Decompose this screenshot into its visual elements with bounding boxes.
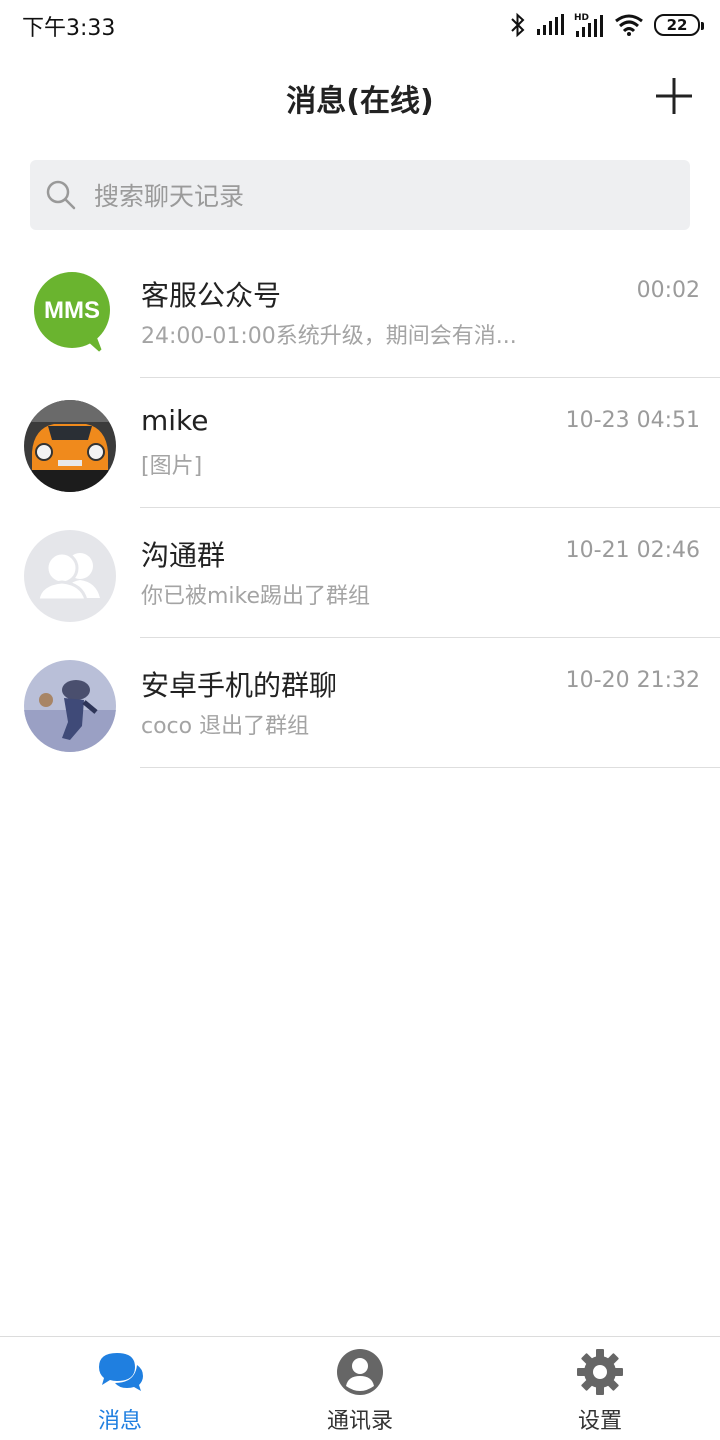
conversation-time: 10-20 21:32 (565, 668, 700, 693)
conversation-item[interactable]: mike 10-23 04:51 [图片] (0, 378, 720, 508)
cellular-signal-icon (537, 14, 564, 35)
conversation-time: 10-21 02:46 (565, 538, 700, 563)
wifi-icon (615, 14, 643, 36)
conversation-list: MMS 客服公众号 00:02 24:00-01:00系统升级，期间会有消...… (0, 248, 720, 768)
tab-label: 消息 (97, 1409, 142, 1434)
avatar (24, 530, 116, 622)
conversation-name: 客服公众号 (141, 279, 282, 312)
battery-level: 22 (666, 16, 688, 34)
gear-icon (577, 1349, 623, 1395)
tab-settings[interactable]: 设置 (480, 1337, 720, 1440)
group-avatar-icon (24, 530, 116, 622)
search-placeholder: 搜索聊天记录 (94, 182, 245, 211)
conversation-name: mike (141, 404, 209, 437)
mms-logo-icon: MMS (34, 272, 110, 356)
search-icon (46, 180, 76, 210)
chat-bubble-icon (99, 1353, 143, 1391)
header: 消息(在线) (0, 50, 720, 142)
hd-signal-icon: HD (574, 13, 603, 37)
page-title: 消息(在线) (286, 84, 434, 119)
divider (140, 767, 720, 768)
conversation-item[interactable]: 沟通群 10-21 02:46 你已被mike踢出了群组 (0, 508, 720, 638)
tab-label: 通讯录 (326, 1409, 393, 1434)
bluetooth-icon (511, 12, 525, 38)
anime-photo (24, 660, 116, 752)
bottom-tab-bar: 消息 通讯录 设置 (0, 1336, 720, 1440)
tab-messages[interactable]: 消息 (0, 1337, 240, 1440)
plus-icon[interactable] (654, 76, 694, 116)
conversation-name: 安卓手机的群聊 (141, 669, 338, 702)
conversation-preview: [图片] (141, 454, 203, 479)
contact-icon (337, 1349, 383, 1395)
conversation-name: 沟通群 (141, 539, 226, 572)
battery-indicator: 22 (654, 14, 704, 36)
conversation-preview: coco 退出了群组 (141, 714, 310, 739)
conversation-item[interactable]: MMS 客服公众号 00:02 24:00-01:00系统升级，期间会有消... (0, 248, 720, 378)
conversation-time: 10-23 04:51 (565, 408, 700, 433)
conversation-item[interactable]: 安卓手机的群聊 10-20 21:32 coco 退出了群组 (0, 638, 720, 768)
status-time: 下午3:33 (22, 16, 116, 41)
avatar: MMS (24, 270, 116, 362)
status-icons: HD 22 (510, 10, 704, 40)
orange-car-photo (24, 400, 116, 492)
search-input[interactable]: 搜索聊天记录 (30, 160, 690, 230)
tab-label: 设置 (577, 1409, 622, 1434)
avatar (24, 400, 116, 492)
avatar (24, 660, 116, 752)
mms-logo-text: MMS (44, 297, 100, 324)
status-bar: 下午3:33 HD 22 (0, 0, 720, 50)
conversation-preview: 你已被mike踢出了群组 (141, 584, 371, 609)
tab-contacts[interactable]: 通讯录 (240, 1337, 480, 1440)
svg-text:HD: HD (574, 13, 589, 23)
conversation-preview: 24:00-01:00系统升级，期间会有消... (141, 324, 517, 349)
conversation-time: 00:02 (636, 278, 700, 303)
